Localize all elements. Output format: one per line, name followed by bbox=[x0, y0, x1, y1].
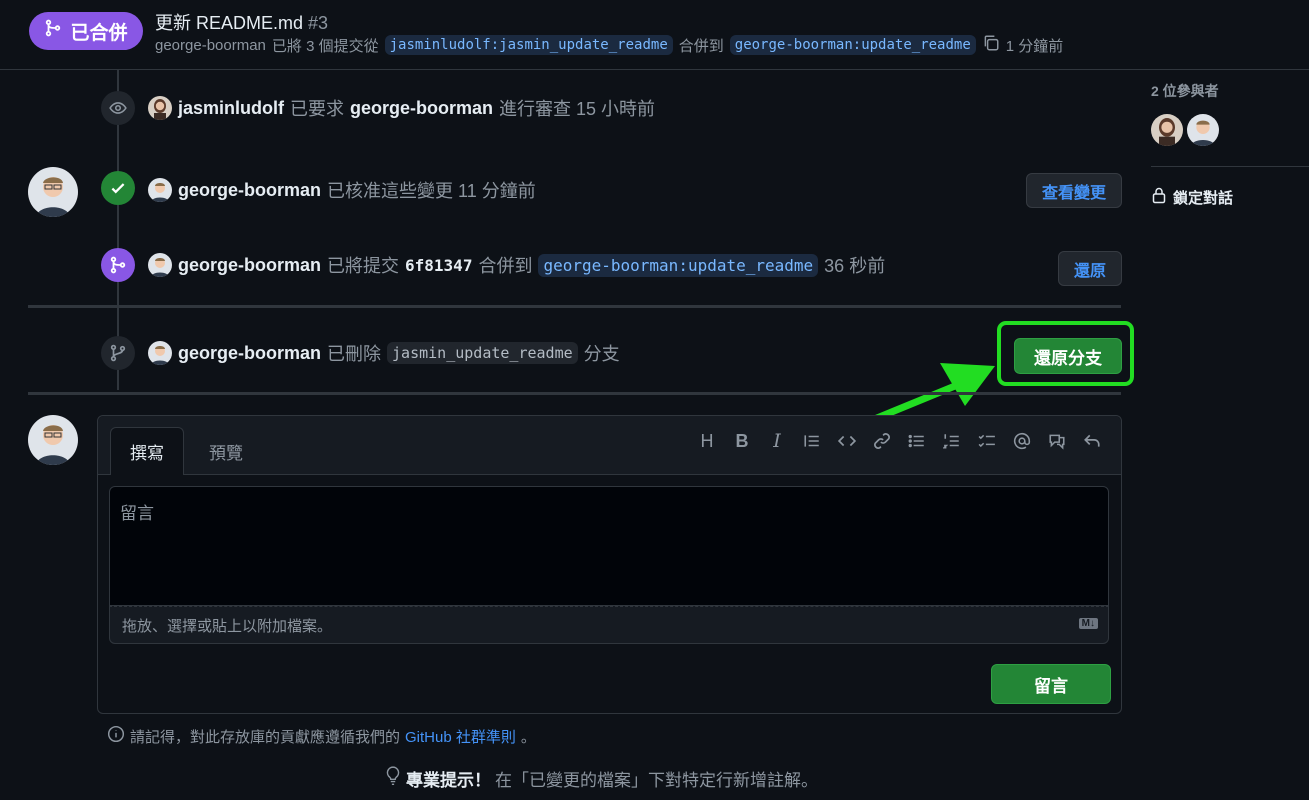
revert-button[interactable]: 還原 bbox=[1058, 251, 1122, 286]
participant-avatar-george[interactable] bbox=[1187, 114, 1219, 146]
merged-state-badge: 已合併 bbox=[29, 12, 143, 50]
event-target[interactable]: george-boorman bbox=[350, 98, 493, 119]
ordered-list-icon[interactable] bbox=[941, 430, 963, 452]
event-branch[interactable]: george-boorman:update_readme bbox=[538, 253, 819, 277]
bold-icon[interactable]: B bbox=[731, 430, 753, 452]
commit-sha[interactable]: 6f81347 bbox=[405, 256, 472, 275]
participants-avatars bbox=[1151, 114, 1219, 146]
lock-conversation[interactable]: 鎖定對話 bbox=[1151, 186, 1233, 208]
subtitle-merged-into: 合併到 bbox=[678, 37, 724, 55]
timeline-divider bbox=[28, 305, 1121, 308]
markdown-toolbar: H B I bbox=[696, 430, 1103, 452]
event-suffix: 進行審查 15 小時前 bbox=[499, 99, 656, 119]
comment-submit-button[interactable]: 留言 bbox=[991, 664, 1111, 704]
avatar-george[interactable] bbox=[148, 253, 172, 277]
link-icon[interactable] bbox=[871, 430, 893, 452]
mention-icon[interactable] bbox=[1011, 430, 1033, 452]
merge-icon bbox=[44, 19, 62, 43]
protip-label: 專業提示！ bbox=[406, 771, 491, 790]
state-label: 已合併 bbox=[70, 22, 128, 44]
event-branch-deleted: george-boorman 已刪除 jasmin_update_readme … bbox=[148, 340, 620, 366]
community-guidelines-link[interactable]: GitHub 社群準則 bbox=[405, 726, 516, 747]
subtitle-action: 已將 3 個提交從 bbox=[271, 37, 379, 55]
event-user[interactable]: george-boorman bbox=[178, 255, 321, 276]
pro-tip: 專業提示！ 在「已變更的檔案」下對特定行新增註解。 bbox=[384, 766, 818, 791]
event-action: 已將提交 bbox=[327, 256, 400, 276]
code-icon[interactable] bbox=[836, 430, 858, 452]
notice-end: 。 bbox=[520, 728, 536, 746]
avatar-george[interactable] bbox=[148, 341, 172, 365]
tab-preview[interactable]: 預覽 bbox=[194, 427, 258, 475]
event-action: 已核准這些變更 11 分鐘前 bbox=[327, 181, 536, 201]
avatar-george-large[interactable] bbox=[28, 167, 78, 217]
sidebar-divider bbox=[1151, 166, 1309, 167]
markdown-icon: M↓ bbox=[1078, 618, 1098, 629]
event-action: 已要求 bbox=[290, 99, 345, 119]
tab-write[interactable]: 撰寫 bbox=[110, 427, 184, 475]
subtitle-author[interactable]: george-boorman bbox=[155, 37, 266, 54]
participants-title: 2 位參與者 bbox=[1151, 83, 1219, 99]
protip-text: 在「已變更的檔案」下對特定行新增註解。 bbox=[495, 771, 818, 790]
pr-subtitle: george-boorman 已將 3 個提交從 jasminludolf:ja… bbox=[155, 34, 1063, 56]
check-icon bbox=[101, 171, 135, 205]
branch-icon bbox=[101, 336, 135, 370]
dropzone-label: 拖放、選擇或貼上以附加檔案。 bbox=[122, 617, 333, 635]
event-user[interactable]: george-boorman bbox=[178, 180, 321, 201]
subtitle-time: 1 分鐘前 bbox=[1005, 37, 1064, 55]
event-merged: george-boorman 已將提交 6f81347 合併到 george-b… bbox=[148, 252, 885, 278]
pr-number: #3 bbox=[308, 13, 329, 33]
event-suffix: 分支 bbox=[583, 344, 620, 364]
reply-icon[interactable] bbox=[1081, 430, 1103, 452]
avatar-jasmin[interactable] bbox=[148, 96, 172, 120]
quote-icon[interactable] bbox=[801, 430, 823, 452]
file-dropzone[interactable]: 拖放、選擇或貼上以附加檔案。 M↓ bbox=[109, 606, 1109, 644]
merge-event-icon bbox=[101, 248, 135, 282]
italic-icon[interactable]: I bbox=[766, 430, 788, 452]
comment-placeholder: 留言 bbox=[120, 504, 154, 523]
pr-title: 更新 README.md #3 bbox=[155, 9, 328, 35]
lightbulb-icon bbox=[384, 766, 402, 791]
notice-text: 請記得，對此存放庫的貢獻應遵循我們的 bbox=[130, 728, 401, 746]
event-review-requested: jasminludolf 已要求 george-boorman 進行審查 15 … bbox=[148, 95, 655, 121]
eye-icon bbox=[101, 91, 135, 125]
comment-textarea[interactable]: 留言 bbox=[109, 486, 1109, 606]
lock-icon bbox=[1151, 186, 1167, 208]
deleted-branch: jasmin_update_readme bbox=[387, 342, 578, 364]
head-branch[interactable]: jasminludolf:jasmin_update_readme bbox=[384, 35, 673, 55]
participant-avatar-jasmin[interactable] bbox=[1151, 114, 1183, 146]
copy-icon[interactable] bbox=[982, 34, 1000, 56]
task-list-icon[interactable] bbox=[976, 430, 998, 452]
timeline-divider bbox=[28, 392, 1121, 395]
avatar-george[interactable] bbox=[148, 178, 172, 202]
comment-form: 撰寫 預覽 H B I 留言 拖放、選擇或貼上以附加檔案。 M↓ 留言 bbox=[97, 415, 1122, 714]
event-action: 已刪除 bbox=[327, 344, 382, 364]
base-branch[interactable]: george-boorman:update_readme bbox=[729, 35, 976, 55]
event-approved: george-boorman 已核准這些變更 11 分鐘前 bbox=[148, 177, 536, 203]
view-changes-button[interactable]: 查看變更 bbox=[1026, 173, 1122, 208]
info-icon bbox=[107, 725, 125, 747]
contribution-notice: 請記得，對此存放庫的貢獻應遵循我們的 GitHub 社群準則 。 bbox=[107, 725, 536, 747]
restore-branch-button[interactable]: 還原分支 bbox=[1014, 338, 1122, 374]
heading-icon[interactable]: H bbox=[696, 430, 718, 452]
pr-title-text: 更新 README.md bbox=[155, 13, 304, 33]
avatar-current-user[interactable] bbox=[28, 415, 78, 465]
event-time: 36 秒前 bbox=[824, 256, 886, 276]
event-user[interactable]: jasminludolf bbox=[178, 98, 284, 119]
unordered-list-icon[interactable] bbox=[906, 430, 928, 452]
lock-label: 鎖定對話 bbox=[1173, 189, 1234, 207]
event-user[interactable]: george-boorman bbox=[178, 343, 321, 364]
reference-icon[interactable] bbox=[1046, 430, 1068, 452]
header-divider bbox=[0, 69, 1309, 70]
event-merged-into: 合併到 bbox=[478, 256, 533, 276]
